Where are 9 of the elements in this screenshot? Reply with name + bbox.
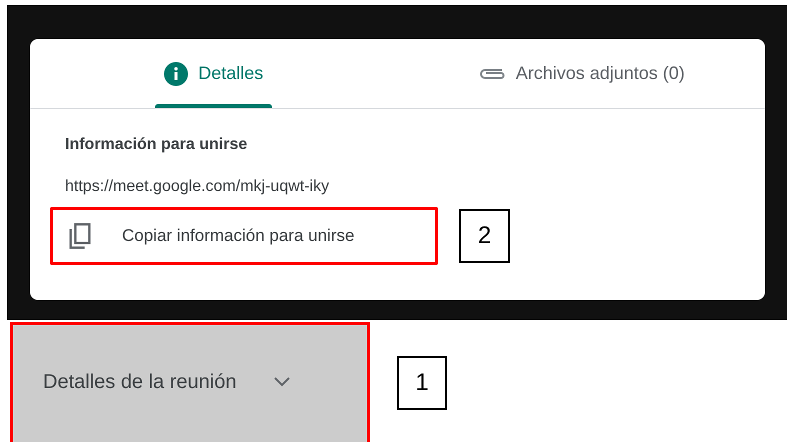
tab[interactable]: Detalles [30, 39, 398, 108]
chevron-down-icon [274, 377, 290, 387]
section-title: Información para unirse [65, 136, 248, 154]
info-icon [164, 62, 188, 86]
copy-button[interactable]: Copiar información para unirse [50, 207, 438, 265]
callout-number: 2 [459, 209, 510, 263]
meeting-details-button[interactable]: Detalles de la reunión [10, 322, 370, 442]
tab[interactable]: Archivos adjuntos (0) [398, 39, 765, 108]
callout-number: 1 [397, 356, 447, 410]
